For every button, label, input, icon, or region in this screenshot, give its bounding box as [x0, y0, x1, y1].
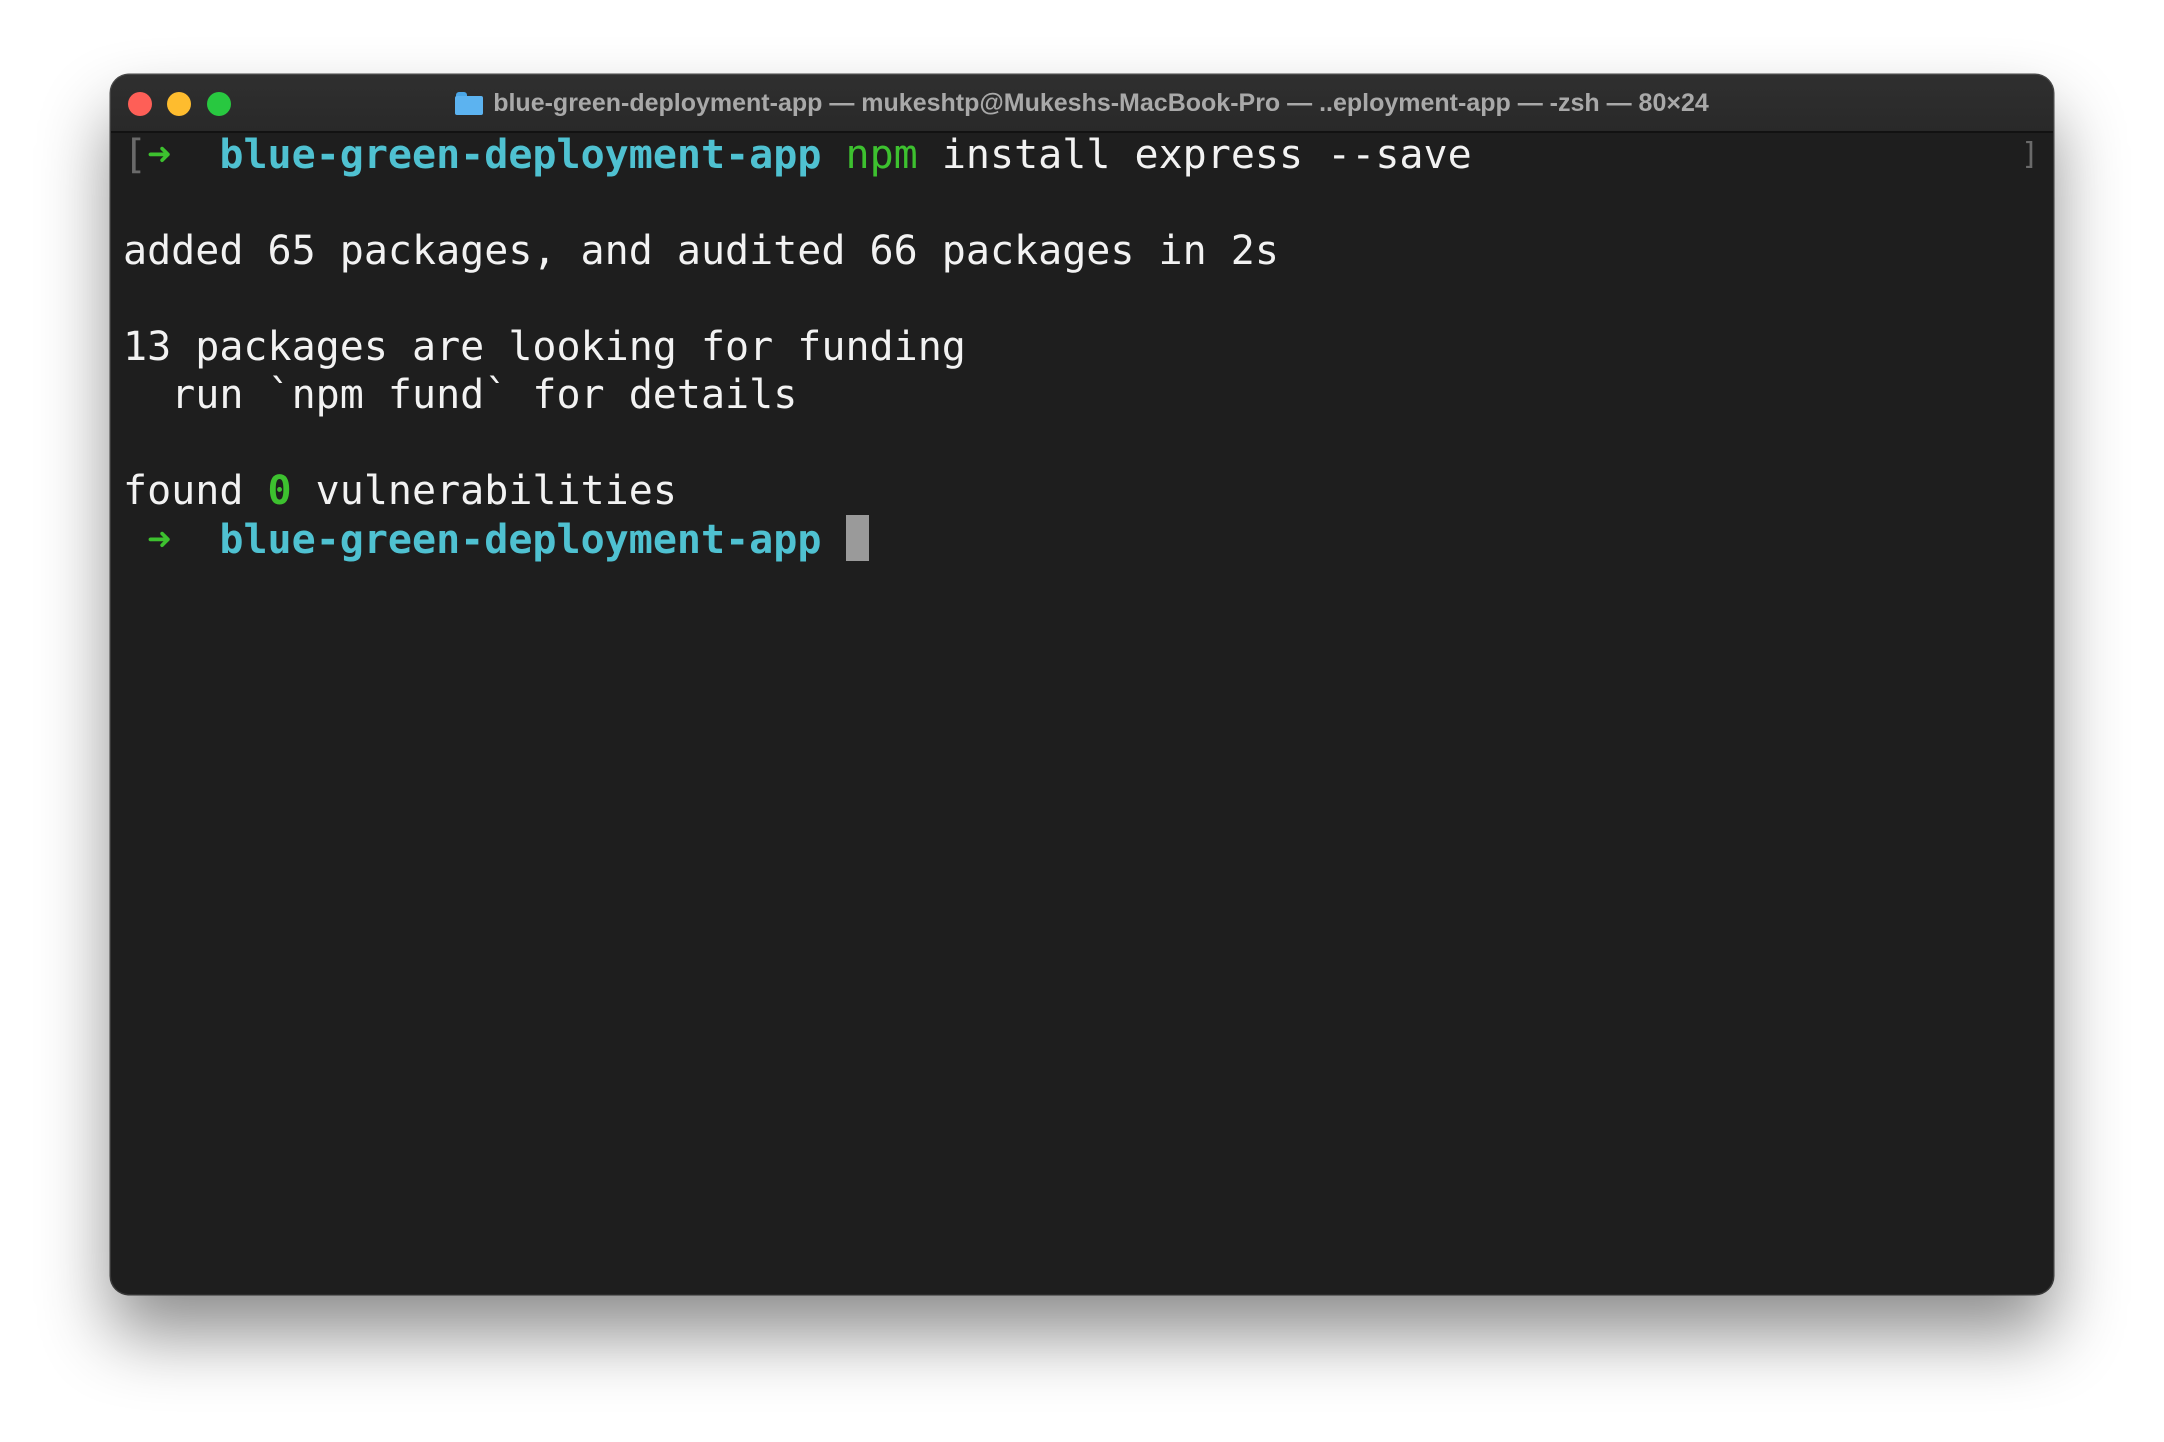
title-bar[interactable]: blue-green-deployment-app — mukeshtp@Muk… — [111, 75, 2053, 133]
command-line: [➜ blue-green-deployment-app npm install… — [123, 131, 2041, 179]
prompt-arrow-icon: ➜ — [147, 517, 172, 563]
text-cursor — [845, 515, 869, 561]
terminal-window: blue-green-deployment-app — mukeshtp@Muk… — [111, 75, 2053, 1294]
folder-icon — [455, 91, 484, 115]
found-prefix: found — [123, 468, 268, 514]
command-name: npm — [845, 132, 918, 178]
command-args: install express --save — [917, 132, 1472, 178]
output-added: added 65 packages, and audited 66 packag… — [123, 228, 1279, 274]
output-vulnerabilities: found 0 vulnerabilities — [123, 467, 2041, 515]
terminal-content[interactable]: ] [➜ blue-green-deployment-app npm insta… — [123, 131, 2041, 1294]
found-suffix: vulnerabilities — [291, 468, 677, 514]
marker-bracket-left: [ — [123, 132, 148, 178]
prompt-arrow-icon: ➜ — [147, 132, 172, 178]
window-title-text: blue-green-deployment-app — mukeshtp@Muk… — [493, 88, 1709, 117]
prompt-directory: blue-green-deployment-app — [219, 132, 822, 178]
marker-bracket-right: ] — [2020, 137, 2039, 172]
output-fund-hint: run `npm fund` for details — [123, 372, 798, 418]
window-title: blue-green-deployment-app — mukeshtp@Muk… — [111, 75, 2053, 131]
output-funding: 13 packages are looking for funding — [123, 324, 966, 370]
prompt-directory: blue-green-deployment-app — [219, 517, 822, 563]
prompt-line[interactable]: ➜ blue-green-deployment-app — [123, 515, 2041, 563]
vulnerability-count: 0 — [267, 468, 292, 514]
